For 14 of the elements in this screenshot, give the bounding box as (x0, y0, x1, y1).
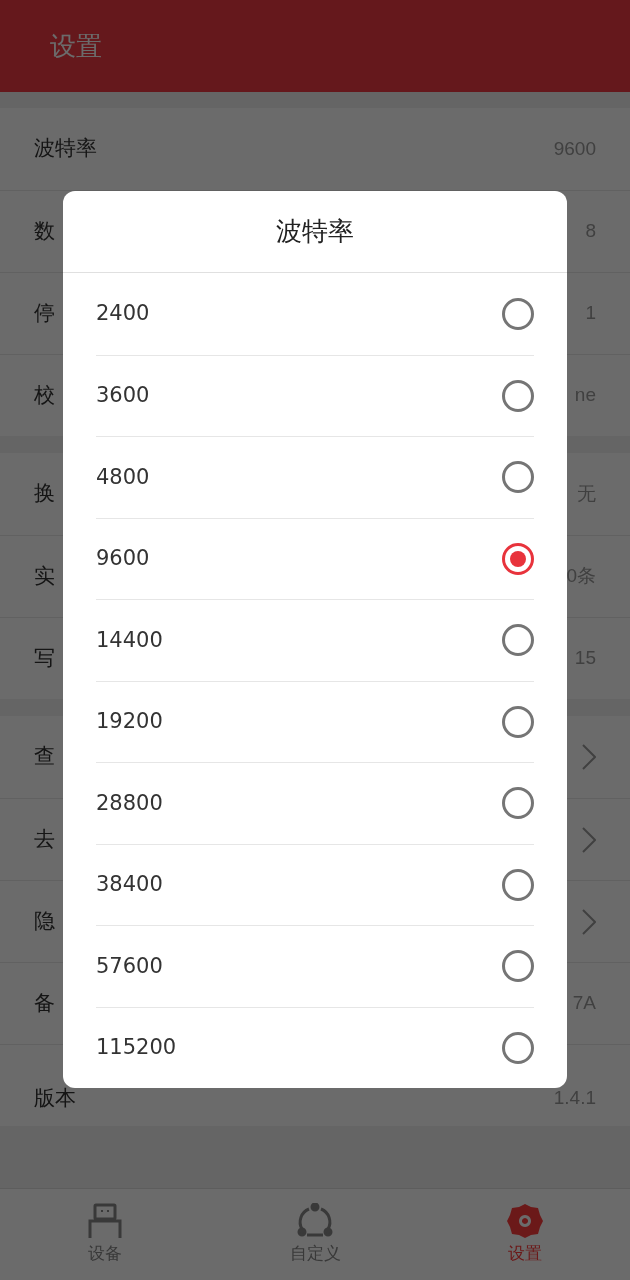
row-label: 隐 (34, 907, 55, 935)
row-label: 版本 (34, 1084, 76, 1112)
row-label: 停 (34, 299, 55, 327)
row-label: 波特率 (34, 135, 97, 163)
row-label: 查 (34, 743, 55, 771)
row-label: 去 (34, 825, 55, 853)
row-label: 备 (34, 989, 55, 1017)
row-label: 写 (34, 644, 55, 672)
dialog-title: 波特率 (276, 215, 354, 248)
row-label: 换 (34, 480, 55, 508)
page-title: 设置 (50, 29, 102, 63)
row-label: 校 (34, 381, 55, 409)
row-label: 实 (34, 562, 55, 590)
row-label: 数 (34, 217, 55, 245)
